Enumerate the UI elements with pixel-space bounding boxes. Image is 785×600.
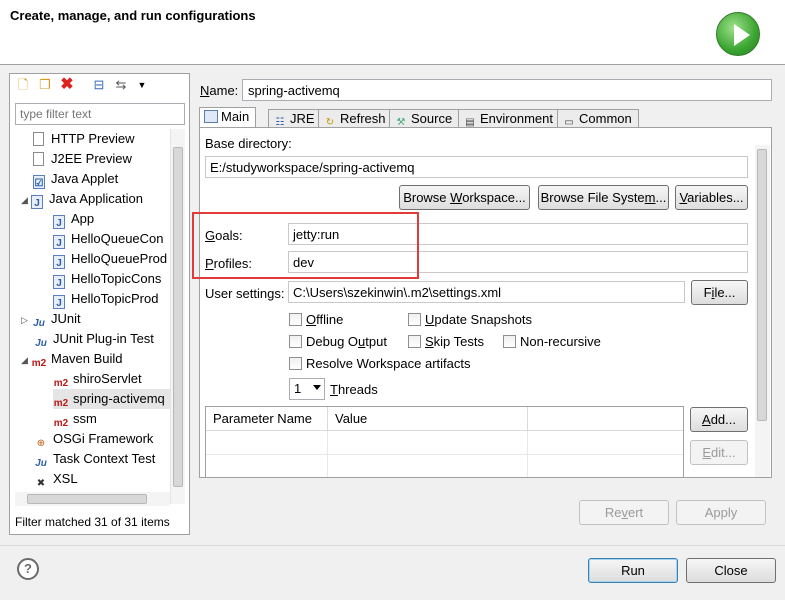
skip-tests-checkbox[interactable]: Skip Tests: [408, 334, 484, 350]
debug-output-checkbox[interactable]: Debug Output: [289, 334, 387, 350]
tree-item[interactable]: J HelloTopicProd: [53, 289, 158, 309]
tree-item[interactable]: ◢ m2 Maven Build: [21, 349, 123, 369]
file-icon: [33, 152, 44, 166]
applet-icon: ☑: [33, 175, 45, 189]
tree-vertical-scrollbar[interactable]: [170, 129, 185, 504]
apply-button[interactable]: Apply: [676, 500, 766, 525]
tab-environment[interactable]: ▤ Environment: [458, 109, 560, 128]
expand-arrow-icon[interactable]: ◢: [21, 350, 31, 370]
add-parameter-button[interactable]: Add...: [690, 407, 748, 432]
tree-item[interactable]: ✖ XSL: [33, 469, 78, 489]
name-label: Name:: [200, 83, 239, 98]
close-button[interactable]: Close: [686, 558, 776, 583]
column-header-parameter-name[interactable]: Parameter Name: [206, 407, 328, 431]
non-recursive-checkbox[interactable]: Non-recursive: [503, 334, 601, 350]
expand-arrow-icon[interactable]: ◢: [21, 190, 31, 210]
duplicate-icon[interactable]: ❐: [36, 76, 54, 94]
revert-button[interactable]: Revert: [579, 500, 669, 525]
dialog-title: Create, manage, and run configurations: [10, 8, 256, 23]
chevron-down-icon: [313, 385, 321, 390]
java-app-icon: J: [53, 275, 65, 289]
tab-refresh[interactable]: ↻ Refresh: [318, 109, 393, 128]
filter-input[interactable]: [15, 103, 185, 125]
tree-item[interactable]: HTTP Preview: [33, 129, 135, 149]
update-snapshots-checkbox[interactable]: Update Snapshots: [408, 312, 532, 328]
base-directory-label: Base directory:: [205, 136, 292, 151]
help-icon[interactable]: ?: [17, 558, 39, 580]
tree-item-selected[interactable]: m2 spring-activemq: [53, 389, 173, 409]
maven-icon: m2: [31, 358, 47, 369]
threads-label: Threads: [330, 382, 378, 397]
run-configurations-icon: [716, 12, 760, 56]
run-button[interactable]: Run: [588, 558, 678, 583]
base-directory-field[interactable]: E:/studyworkspace/spring-activemq: [205, 156, 748, 178]
java-app-icon: J: [31, 195, 43, 209]
filter-status: Filter matched 31 of 31 items: [15, 515, 170, 529]
variables-button[interactable]: Variables...: [675, 185, 748, 210]
tree-item[interactable]: ⊕ OSGi Framework: [33, 429, 154, 449]
tab-jre[interactable]: ☷ JRE: [268, 109, 322, 128]
panel-vertical-scrollbar[interactable]: [755, 145, 770, 477]
edit-parameter-button[interactable]: Edit...: [690, 440, 748, 465]
tab-common[interactable]: ▭ Common: [557, 109, 639, 128]
collapsed-arrow-icon[interactable]: ▷: [21, 310, 31, 330]
scrollbar-thumb[interactable]: [173, 147, 183, 487]
file-button[interactable]: File...: [691, 280, 748, 305]
delete-icon[interactable]: ✖: [58, 76, 76, 94]
new-configuration-icon[interactable]: 🗋: [14, 76, 32, 94]
tree-item[interactable]: ▷ Ju JUnit: [21, 309, 81, 329]
tree-item[interactable]: Ju JUnit Plug-in Test: [33, 329, 154, 349]
offline-checkbox[interactable]: Offline: [289, 312, 343, 328]
tree-item[interactable]: J HelloQueueProd: [53, 249, 167, 269]
file-icon: [33, 132, 44, 146]
column-header-empty: [528, 407, 683, 431]
main-tab-icon: [204, 110, 218, 123]
tab-source[interactable]: ⚒ Source: [389, 109, 460, 128]
tab-main[interactable]: Main: [199, 107, 257, 128]
tree-item[interactable]: J HelloQueueCon: [53, 229, 164, 249]
column-header-value[interactable]: Value: [328, 407, 528, 431]
name-field[interactable]: spring-activemq: [242, 79, 772, 101]
java-app-icon: J: [53, 235, 65, 249]
tree-item[interactable]: ◢ J Java Application: [21, 189, 143, 209]
configuration-list-pane: 🗋 ❐ ✖ ⊟ ⇆ ▼ HTTP Preview J2EE Preview ☑J…: [9, 73, 190, 535]
tree-item[interactable]: J2EE Preview: [33, 149, 132, 169]
dialog-header: Create, manage, and run configurations: [0, 0, 785, 65]
config-tabs: Main ☷ JRE ↻ Refresh ⚒ Source ▤ Environment …: [199, 107, 771, 128]
scrollbar-thumb[interactable]: [757, 149, 767, 421]
highlight-box: [192, 212, 419, 279]
xsl-icon: ✖: [36, 478, 46, 489]
java-app-icon: J: [53, 255, 65, 269]
collapse-all-icon[interactable]: ⊟: [90, 76, 108, 94]
user-settings-field[interactable]: C:\Users\szekinwin\.m2\settings.xml: [288, 281, 685, 303]
resolve-workspace-checkbox[interactable]: Resolve Workspace artifacts: [289, 356, 471, 372]
tree-item[interactable]: J App: [53, 209, 94, 229]
separator: [0, 545, 785, 546]
browse-file-system-button[interactable]: Browse File System...: [538, 185, 669, 210]
tree-item[interactable]: m2 shiroServlet: [53, 369, 142, 389]
filter-icon[interactable]: ⇆: [112, 76, 130, 94]
parameters-table[interactable]: Parameter Name Value: [205, 406, 684, 478]
user-settings-label: User settings:: [205, 286, 285, 301]
tree-item[interactable]: J HelloTopicCons: [53, 269, 161, 289]
configuration-tree: HTTP Preview J2EE Preview ☑ Java Applet ◢…: [15, 129, 173, 504]
tree-horizontal-scrollbar[interactable]: [15, 492, 170, 506]
java-app-icon: J: [53, 215, 65, 229]
java-app-icon: J: [53, 295, 65, 309]
scrollbar-thumb[interactable]: [27, 494, 147, 504]
tree-item[interactable]: Ju Task Context Test: [33, 449, 155, 469]
threads-select[interactable]: 1: [289, 378, 325, 400]
tree-item[interactable]: ☑ Java Applet: [33, 169, 118, 189]
tree-item[interactable]: m2 ssm: [53, 409, 97, 429]
browse-workspace-button[interactable]: Browse Workspace...: [399, 185, 530, 210]
view-menu-icon[interactable]: ▼: [133, 76, 151, 94]
